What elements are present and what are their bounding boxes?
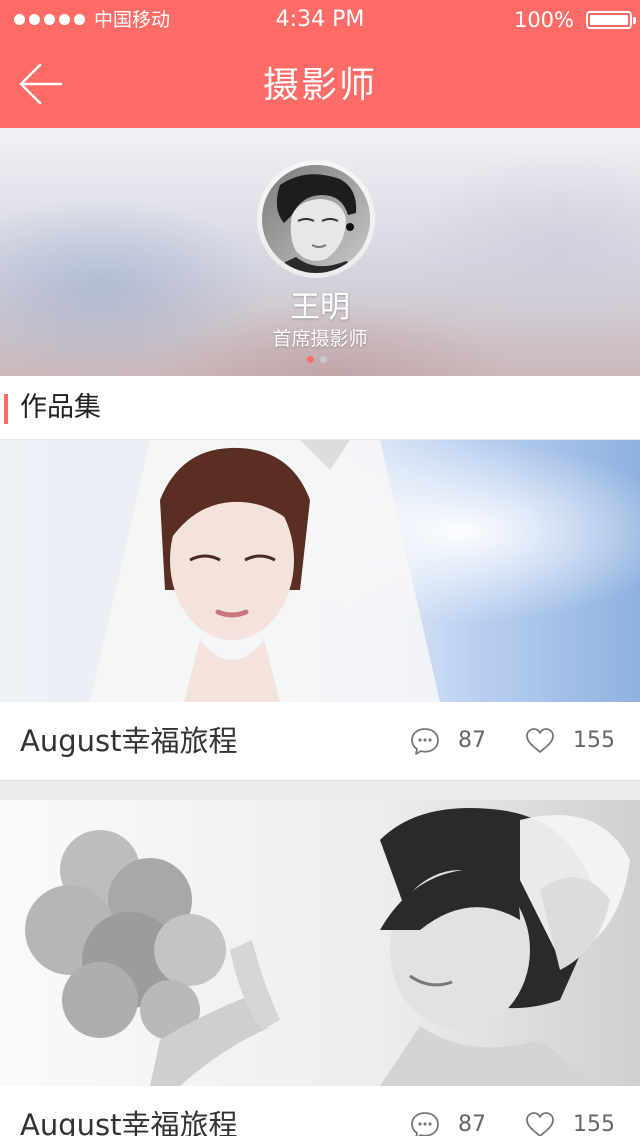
like-count: 155	[573, 728, 615, 753]
like-count-button[interactable]: 155	[525, 1110, 615, 1136]
portfolio-section-header: 作品集	[0, 376, 640, 440]
pager-dot	[320, 356, 327, 363]
section-accent-bar	[4, 394, 8, 424]
like-count-button[interactable]: 155	[525, 726, 615, 756]
battery-icon	[586, 11, 636, 29]
status-bar: 中国移动 4:34 PM 100%	[0, 0, 640, 40]
battery-percent: 100%	[513, 8, 574, 32]
album-cover-photo[interactable]	[0, 800, 640, 1086]
card-divider	[0, 780, 640, 800]
album-card-meta: August幸福旅程 87 155	[0, 702, 640, 780]
comment-count-button[interactable]: 87	[410, 1110, 486, 1136]
banner-pager	[307, 356, 327, 363]
album-title[interactable]: August幸福旅程	[20, 722, 238, 760]
photographer-profile-banner: 王明 首席摄影师	[0, 128, 640, 376]
comment-icon	[411, 728, 439, 755]
album-title[interactable]: August幸福旅程	[20, 1106, 238, 1136]
avatar-frame	[257, 160, 375, 278]
pager-dot-active	[307, 356, 314, 363]
comment-count: 87	[458, 728, 486, 753]
bride-veil-photo	[0, 440, 640, 702]
bride-bouquet-photo	[0, 800, 640, 1086]
album-card-meta: August幸福旅程 87 155	[0, 1086, 640, 1136]
comment-icon	[411, 1112, 439, 1136]
heart-icon	[526, 728, 554, 753]
like-count: 155	[573, 1112, 615, 1136]
nav-bar: 摄影师	[0, 40, 640, 128]
photographer-role: 首席摄影师	[272, 328, 368, 350]
avatar[interactable]	[262, 165, 370, 273]
comment-count: 87	[458, 1112, 486, 1136]
section-title: 作品集	[20, 392, 101, 423]
photographer-name: 王明	[290, 290, 350, 325]
page-title: 摄影师	[262, 65, 377, 106]
heart-icon	[526, 1112, 554, 1136]
avatar-photo	[262, 165, 370, 273]
album-cover-photo[interactable]	[0, 440, 640, 702]
comment-count-button[interactable]: 87	[410, 726, 486, 756]
